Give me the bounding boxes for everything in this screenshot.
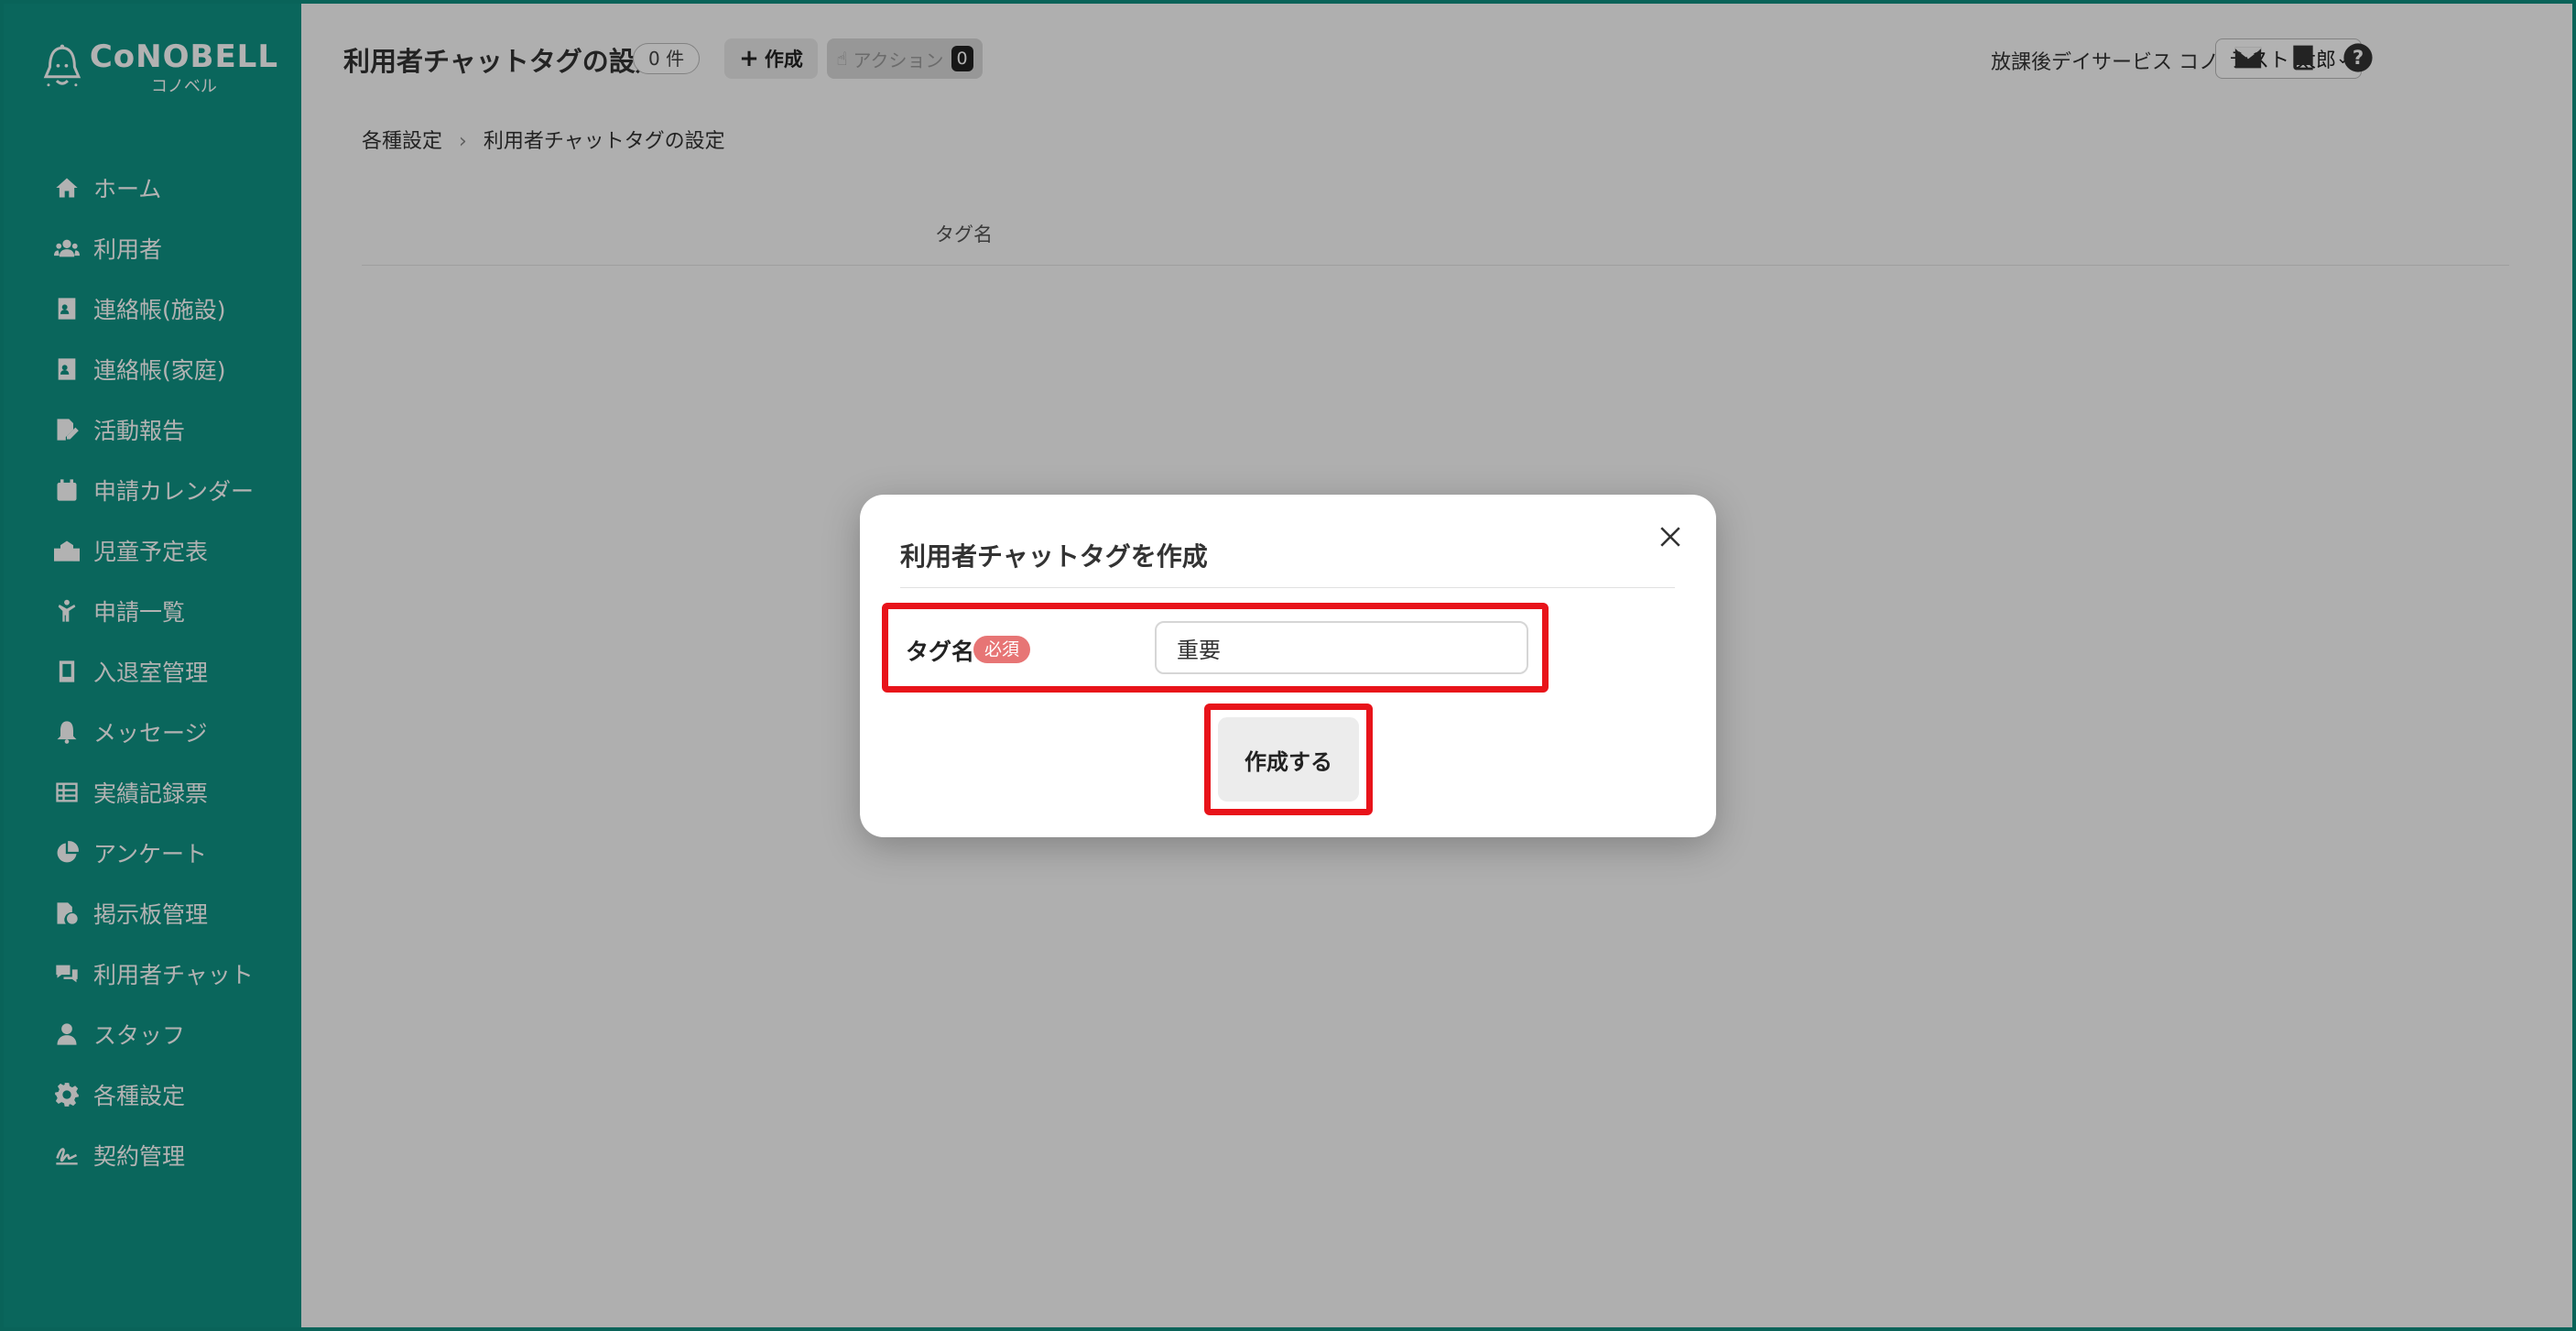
modal-title: 利用者チャットタグを作成 [900, 541, 1208, 572]
tag-name-label: タグ名 [906, 638, 975, 665]
create-tag-modal: 利用者チャットタグを作成 タグ名 必須 作成する [860, 495, 1716, 837]
close-icon[interactable] [1652, 518, 1689, 555]
submit-create-button[interactable]: 作成する [1218, 717, 1359, 802]
tag-name-input[interactable] [1155, 621, 1528, 674]
required-badge: 必須 [973, 636, 1031, 663]
modal-divider [900, 587, 1675, 588]
